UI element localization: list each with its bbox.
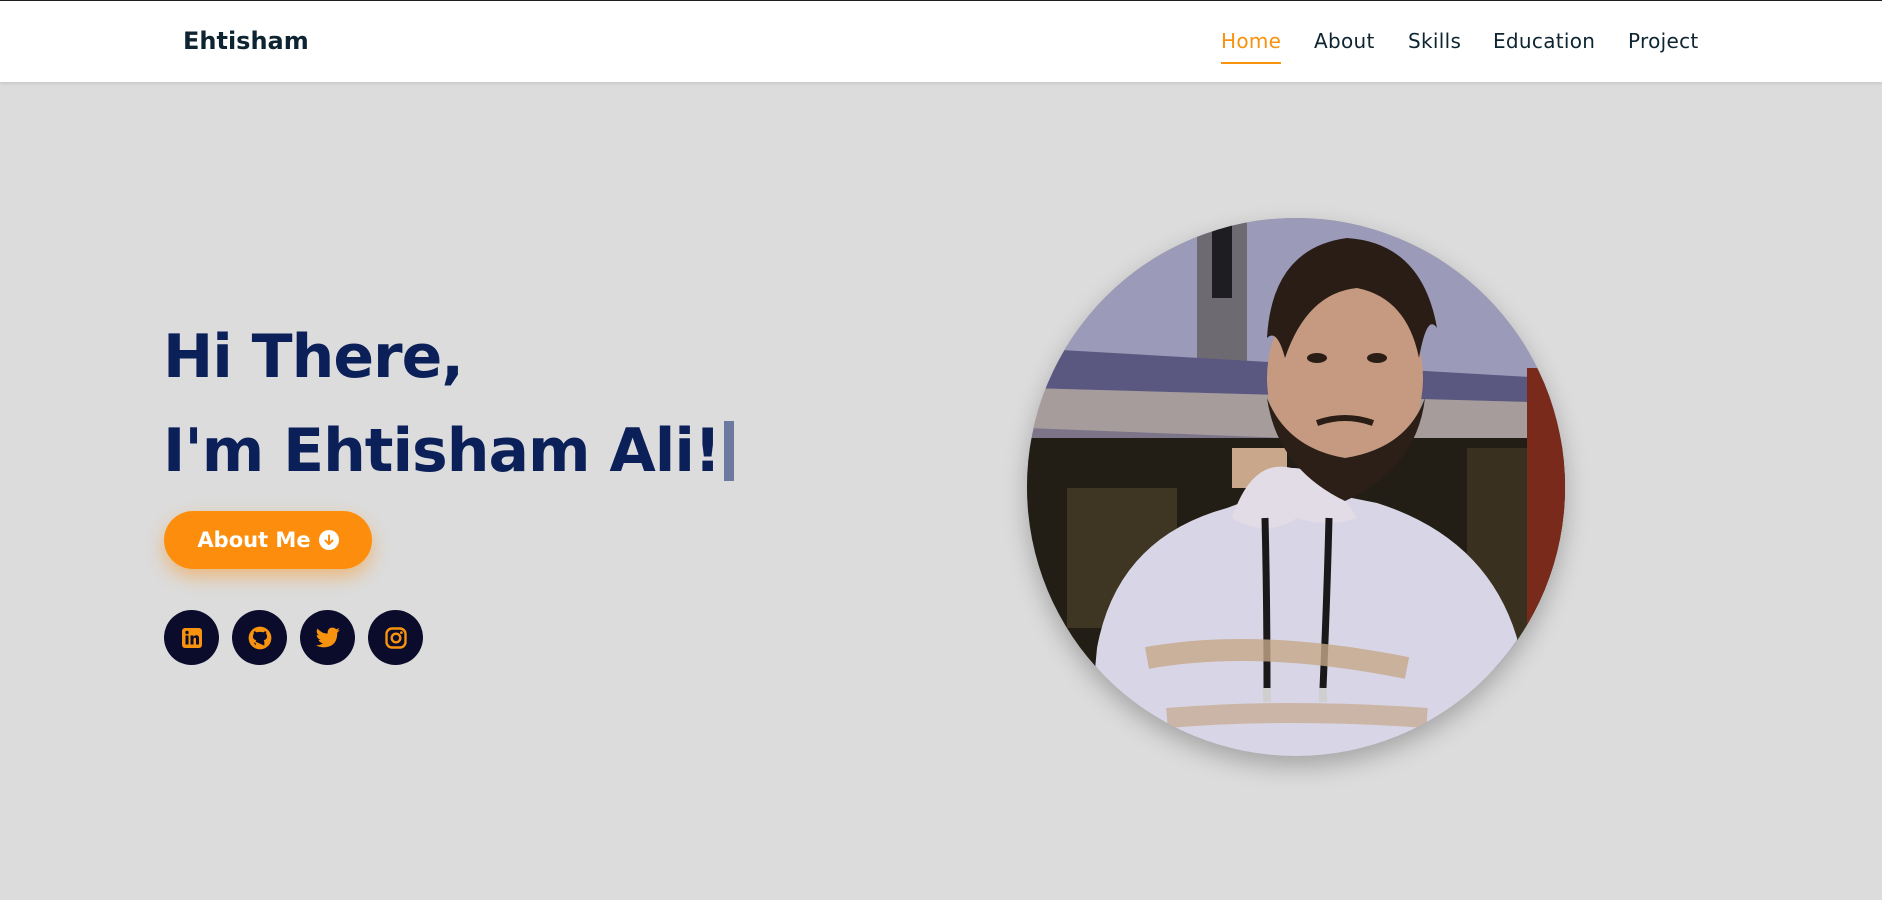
linkedin-icon [181,627,202,648]
github-link[interactable] [232,610,287,665]
arrow-down-circle-icon [318,530,339,550]
about-me-label: About Me [197,528,311,552]
hero-greeting: Hi There, [163,322,464,392]
profile-photo [1027,218,1565,756]
nav-home[interactable]: Home [1221,29,1282,64]
instagram-link[interactable] [368,610,423,665]
github-icon [248,626,271,649]
nav-skills[interactable]: Skills [1408,29,1461,53]
social-links [164,610,423,665]
hero-intro: I'm Ehtisham Ali! [163,416,735,486]
profile-photo-illustration [1027,218,1565,756]
nav-about[interactable]: About [1314,29,1375,53]
typing-cursor [724,421,735,481]
nav-project[interactable]: Project [1628,29,1699,53]
navbar: Ehtisham Home About Skills Education Pro… [0,1,1882,82]
about-me-button[interactable]: About Me [164,511,372,569]
twitter-icon [315,627,340,647]
linkedin-link[interactable] [164,610,219,665]
twitter-link[interactable] [300,610,355,665]
hero-intro-text: I'm Ehtisham Ali! [163,416,721,486]
brand-logo[interactable]: Ehtisham [183,27,309,55]
nav-education[interactable]: Education [1493,29,1595,53]
instagram-icon [384,626,407,649]
